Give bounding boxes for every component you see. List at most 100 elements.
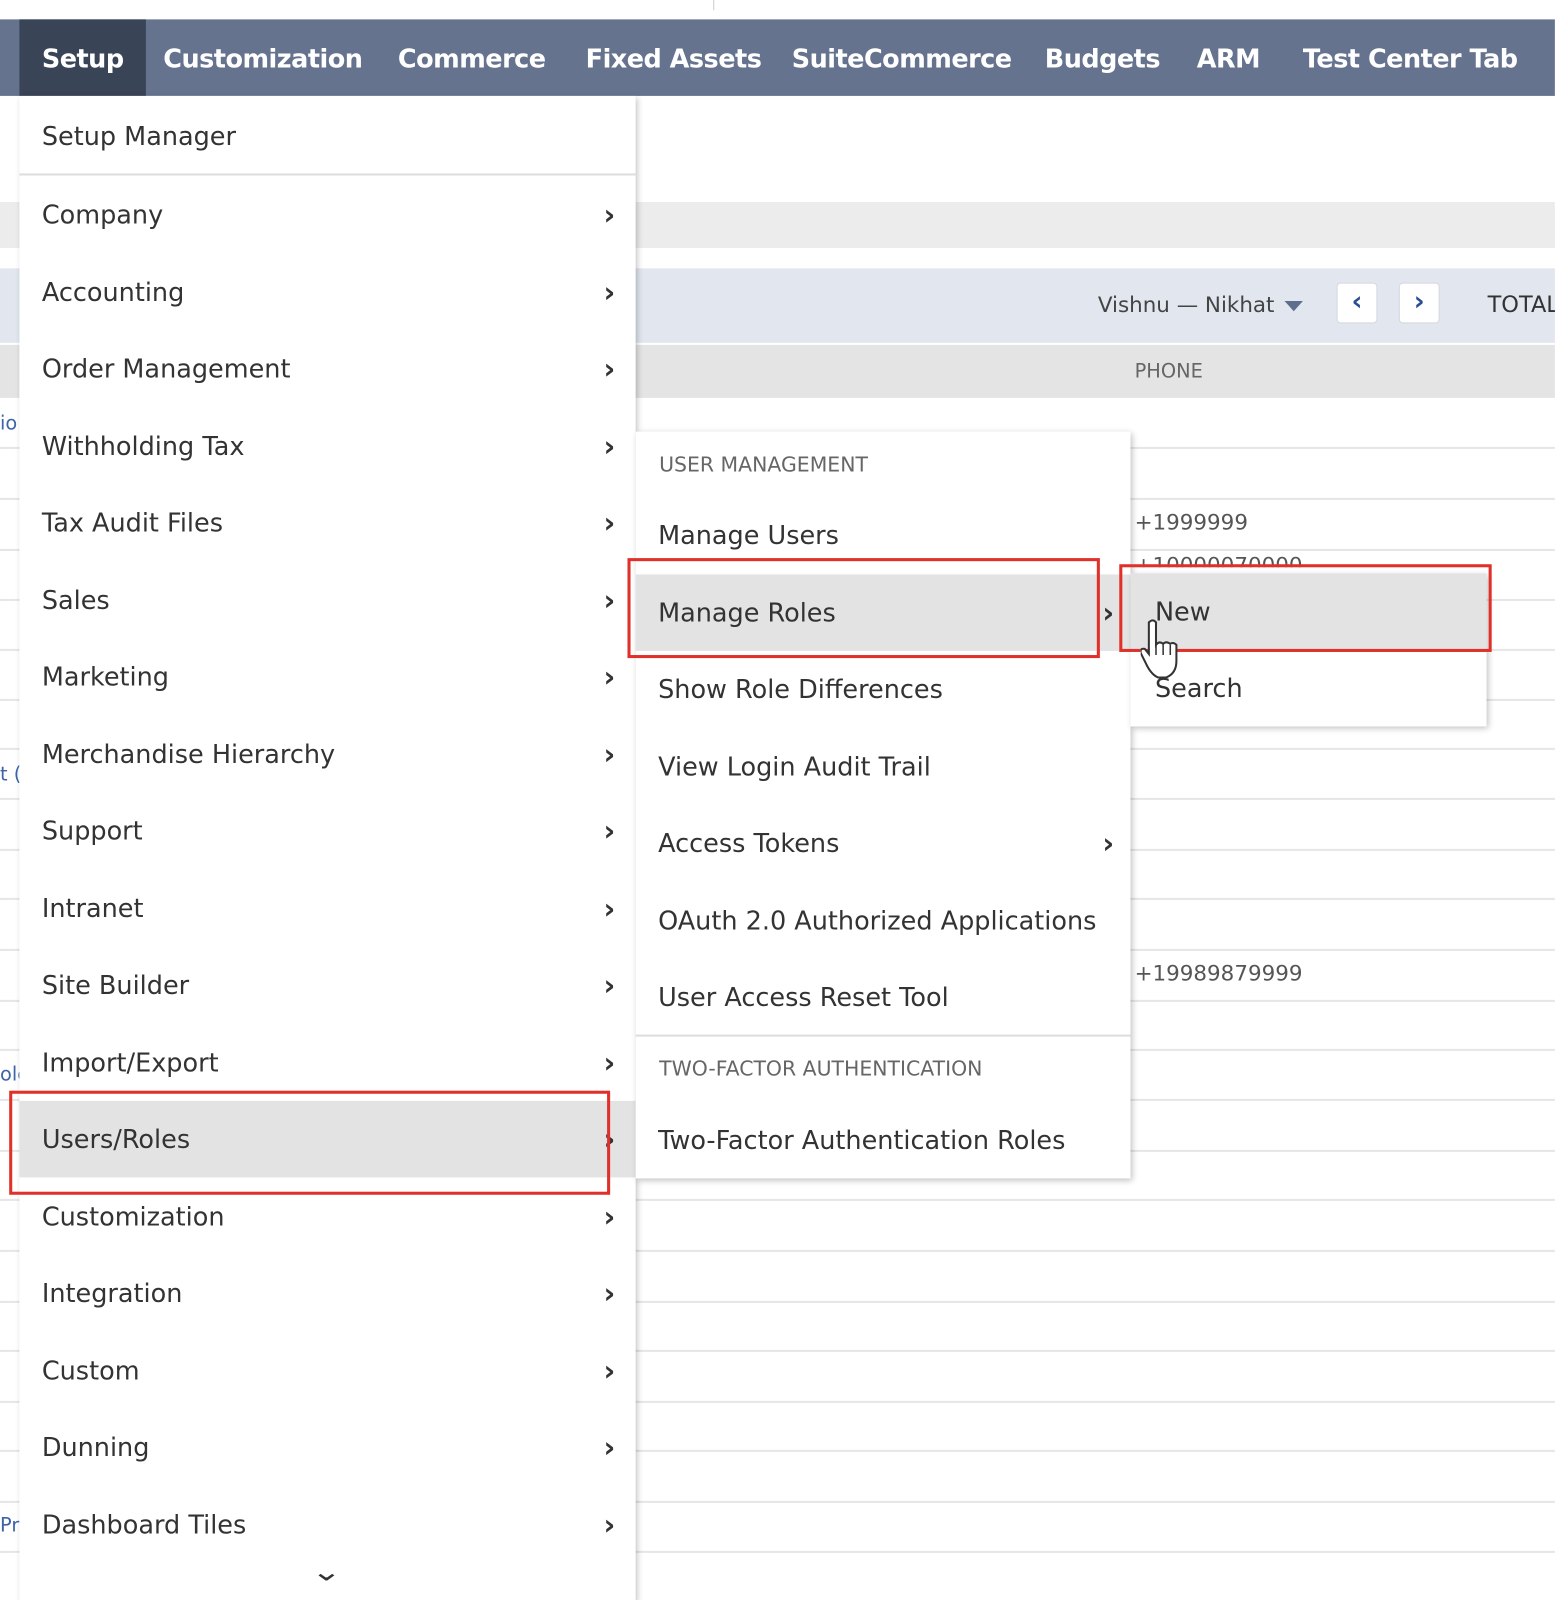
- prev-page-button[interactable]: ‹: [1336, 282, 1378, 324]
- chevron-down-icon[interactable]: ⌄: [311, 1557, 342, 1588]
- menu-item-import-export[interactable]: Import/Export ›: [19, 1024, 635, 1101]
- menu-item-label: Two-Factor Authentication Roles: [658, 1125, 1066, 1155]
- menu-item-oauth-2-0-authorized-applications[interactable]: OAuth 2.0 Authorized Applications: [636, 882, 1131, 959]
- tab-fixed-assets[interactable]: Fixed Assets: [586, 19, 762, 96]
- menu-item-label: Merchandise Hierarchy: [41, 739, 336, 769]
- menu-item-label: Import/Export: [41, 1047, 219, 1077]
- row-link[interactable]: Pr: [0, 1514, 19, 1536]
- menu-item-label: Accounting: [41, 277, 185, 307]
- tab-budgets[interactable]: Budgets: [1045, 19, 1161, 96]
- tab-setup[interactable]: Setup: [19, 19, 147, 96]
- menu-item-setup-manager[interactable]: Setup Manager: [19, 98, 635, 175]
- chevron-right-icon: ›: [603, 1353, 616, 1388]
- section-header-user-management: USER MANAGEMENT: [659, 451, 868, 477]
- chevron-right-icon: ›: [1102, 595, 1115, 630]
- menu-item-two-factor-roles[interactable]: Two-Factor Authentication Roles: [636, 1102, 1131, 1179]
- phone-cell: +19989879999: [1134, 961, 1303, 986]
- menu-item-merchandise-hierarchy[interactable]: Merchandise Hierarchy ›: [19, 716, 635, 793]
- chevron-right-icon: ›: [603, 891, 616, 925]
- menu-item-label: Company: [41, 199, 164, 230]
- divider: [713, 0, 715, 11]
- hand-cursor-icon: [1140, 619, 1178, 679]
- menu-item-marketing[interactable]: Marketing ›: [19, 639, 635, 716]
- menu-item-label: Custom: [41, 1355, 140, 1386]
- chevron-right-icon: ›: [603, 1276, 616, 1311]
- menu-item-withholding-tax[interactable]: Withholding Tax ›: [19, 408, 635, 485]
- chevron-right-icon: ›: [603, 814, 616, 848]
- menu-item-label: Order Management: [41, 354, 291, 384]
- chevron-right-icon: ›: [603, 660, 616, 694]
- row-link[interactable]: io: [0, 412, 17, 434]
- tab-arm[interactable]: ARM: [1197, 19, 1261, 96]
- section-header-two-factor: TWO-FACTOR AUTHENTICATION: [659, 1056, 983, 1081]
- filter-dropdown[interactable]: Vishnu — Nikhat: [1097, 292, 1304, 318]
- menu-item-label: OAuth 2.0 Authorized Applications: [658, 905, 1097, 936]
- column-header-phone[interactable]: PHONE: [1135, 360, 1203, 382]
- menu-item-label: Dunning: [41, 1432, 150, 1463]
- menu-item-dashboard-tiles[interactable]: Dashboard Tiles ›: [19, 1486, 635, 1563]
- annotation-highlight-manage-roles: [627, 558, 1100, 659]
- tab-test-center[interactable]: Test Center Tab: [1303, 19, 1518, 96]
- chevron-right-icon: ›: [603, 583, 616, 617]
- menu-item-site-builder[interactable]: Site Builder ›: [19, 947, 635, 1024]
- menu-item-accounting[interactable]: Accounting ›: [19, 254, 635, 331]
- menu-item-label: Setup Manager: [41, 121, 236, 152]
- menu-item-support[interactable]: Support ›: [19, 793, 635, 870]
- divider: [19, 173, 636, 176]
- filter-label: Vishnu — Nikhat: [1097, 292, 1275, 318]
- menu-item-custom[interactable]: Custom ›: [19, 1332, 635, 1409]
- menu-item-label: Marketing: [41, 662, 169, 692]
- chevron-right-icon: ›: [603, 274, 616, 309]
- chevron-right-icon: ›: [603, 352, 616, 386]
- menu-item-dunning[interactable]: Dunning ›: [19, 1409, 635, 1486]
- caret-down-icon: [1284, 300, 1304, 312]
- chevron-right-icon: ›: [603, 737, 616, 771]
- menu-item-user-access-reset-tool[interactable]: User Access Reset Tool: [636, 959, 1131, 1036]
- divider: [635, 1034, 1131, 1037]
- menu-item-show-role-differences[interactable]: Show Role Differences: [636, 651, 1131, 728]
- menu-item-integration[interactable]: Integration ›: [19, 1255, 635, 1332]
- menu-item-label: Customization: [41, 1201, 225, 1231]
- phone-cell: +1999999: [1134, 510, 1248, 535]
- menu-item-label: Access Tokens: [658, 828, 840, 859]
- app-screen: Setup Customization Commerce Fixed Asset…: [0, 0, 1555, 1600]
- menu-item-label: Tax Audit Files: [41, 508, 224, 538]
- menu-item-label: Dashboard Tiles: [41, 1509, 247, 1540]
- total-label: TOTAL: [1487, 292, 1555, 319]
- menu-item-label: Intranet: [41, 893, 144, 923]
- menu-item-label: User Access Reset Tool: [658, 982, 949, 1013]
- menu-item-label: Withholding Tax: [41, 431, 245, 461]
- menu-item-intranet[interactable]: Intranet ›: [19, 870, 635, 947]
- menu-item-label: Integration: [41, 1278, 183, 1309]
- chevron-right-icon: ›: [603, 197, 616, 232]
- tab-customization[interactable]: Customization: [163, 19, 363, 96]
- chevron-right-icon: ›: [603, 506, 616, 540]
- menu-item-label: View Login Audit Trail: [658, 751, 931, 782]
- setup-menu: Setup Manager Company › Accounting › Order M…: [19, 95, 636, 1600]
- annotation-highlight-users-roles: [9, 1090, 611, 1195]
- next-page-button[interactable]: ›: [1398, 282, 1440, 324]
- menu-item-label: Site Builder: [41, 970, 190, 1000]
- menu-item-label: Sales: [41, 585, 110, 615]
- users-roles-submenu: USER MANAGEMENT Manage Users Manage Roles…: [635, 431, 1131, 1179]
- chevron-right-icon: ›: [603, 1045, 616, 1079]
- menu-item-order-management[interactable]: Order Management ›: [19, 331, 635, 408]
- menu-item-label: Support: [41, 816, 143, 846]
- menu-item-search[interactable]: Search: [1130, 650, 1486, 727]
- menu-item-sales[interactable]: Sales ›: [19, 562, 635, 639]
- top-navbar: Setup Customization Commerce Fixed Asset…: [0, 19, 1555, 96]
- menu-item-access-tokens[interactable]: Access Tokens ›: [636, 805, 1131, 882]
- chevron-right-icon: ›: [1102, 826, 1115, 861]
- menu-item-view-login-audit-trail[interactable]: View Login Audit Trail: [636, 728, 1131, 805]
- menu-item-label: Manage Users: [658, 520, 839, 550]
- menu-item-label: Show Role Differences: [658, 674, 943, 705]
- menu-item-company[interactable]: Company ›: [19, 177, 635, 254]
- menu-item-tax-audit-files[interactable]: Tax Audit Files ›: [19, 485, 635, 562]
- tab-suitecommerce[interactable]: SuiteCommerce: [792, 19, 1012, 96]
- chevron-right-icon: ›: [603, 968, 616, 1002]
- chevron-right-icon: ›: [603, 1430, 616, 1465]
- row-link[interactable]: t (: [0, 763, 21, 785]
- chevron-right-icon: ›: [603, 429, 616, 463]
- chevron-right-icon: ›: [603, 1507, 616, 1542]
- tab-commerce[interactable]: Commerce: [398, 19, 546, 96]
